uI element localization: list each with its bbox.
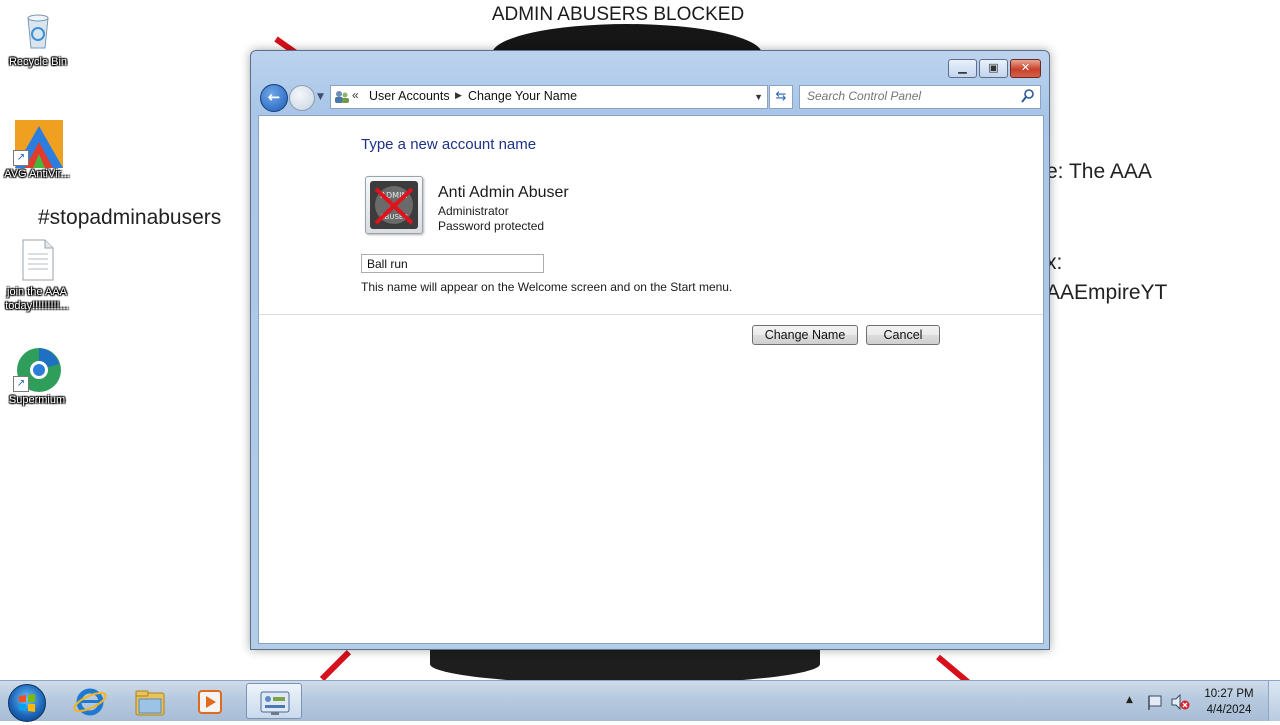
windows-explorer-icon [135,690,165,716]
refresh-button[interactable]: ⇆ [769,85,793,109]
taskbar-clock[interactable]: 10:27 PM 4/4/2024 [1196,686,1262,718]
new-account-name-input[interactable] [361,254,544,273]
control-panel-icon [260,691,290,715]
taskbar: ▲ 10:27 PM 4/4/2024 [0,680,1280,722]
action-center-flag-icon[interactable] [1146,693,1164,711]
control-panel-window: ▁ ▣ ✕ ← ▼ « User Accounts ▶ Change Your … [250,50,1050,650]
desktop-icon-recycle-bin[interactable]: Recycle Bin [2,8,74,69]
wallpaper-logo-bottom [430,644,820,684]
close-icon: ✕ [1020,61,1031,74]
taskbar-media-player[interactable] [182,683,238,719]
content-pane: Type a new account name ADMIN ABUSER Ant… [258,115,1044,644]
user-accounts-icon [335,91,349,103]
back-arrow-icon: ← [267,88,281,106]
volume-muted-icon[interactable] [1170,693,1190,711]
taskbar-internet-explorer[interactable] [62,683,118,719]
window-caption-buttons: ▁ ▣ ✕ [946,59,1041,78]
change-name-button[interactable]: Change Name [752,325,858,345]
account-type: Administrator [438,204,509,218]
internet-explorer-icon [73,688,107,716]
divider [259,314,1043,315]
avg-antivirus-icon: ↗ [13,120,63,168]
breadcrumb-user-accounts[interactable]: User Accounts [369,89,450,103]
address-bar[interactable]: « User Accounts ▶ Change Your Name ▼ [330,85,768,109]
restore-icon: ▣ [988,61,999,74]
page-title: Type a new account name [361,136,537,153]
forward-button[interactable] [289,85,315,111]
wallpaper-banner: ADMIN ABUSERS BLOCKED [491,4,745,25]
breadcrumb-separator-icon[interactable]: ▶ [455,90,462,101]
wallpaper-hashtag: #stopadminabusers [38,206,222,229]
show-hidden-icons-button[interactable]: ▲ [1126,695,1133,705]
wallpaper-text-line: e: The AAA [1046,160,1152,183]
address-dropdown-icon[interactable]: ▼ [754,92,763,102]
minimize-button[interactable]: ▁ [948,59,977,78]
desktop-icon-label: Supermium [8,394,66,406]
recycle-bin-icon [16,8,60,52]
wallpaper-red-stroke [319,650,351,682]
maximize-button[interactable]: ▣ [979,59,1008,78]
cancel-button[interactable]: Cancel [866,325,940,345]
recent-pages-dropdown[interactable]: ▼ [317,92,324,102]
start-button[interactable] [8,684,46,722]
admin-abuser-avatar-icon: ADMIN ABUSER [370,181,418,229]
desktop-icon-label: AVG AntiVir... [4,168,70,180]
back-button[interactable]: ← [260,84,288,112]
search-input[interactable] [800,86,1017,106]
breadcrumb-overflow[interactable]: « [352,88,359,102]
desktop-icon-text-file[interactable]: join the AAA today!!!!!!!!!... [1,238,73,313]
supermium-browser-icon: ↗ [13,346,61,392]
taskbar-control-panel[interactable] [246,683,302,719]
desktop-icon-avg[interactable]: ↗ AVG AntiVir... [1,120,73,181]
wallpaper-text-line: AAEmpireYT [1046,281,1168,304]
account-protection-status: Password protected [438,219,545,233]
shortcut-arrow-icon: ↗ [13,150,29,166]
name-hint-text: This name will appear on the Welcome scr… [361,280,733,294]
desktop-icon-label: join the AAA today!!!!!!!!!... [5,286,69,312]
show-desktop-button[interactable] [1268,681,1280,721]
desktop-icon-supermium[interactable]: ↗ Supermium [1,346,73,407]
clock-time: 10:27 PM [1204,688,1254,700]
text-document-icon [15,238,59,282]
search-box[interactable] [799,85,1041,109]
account-picture: ADMIN ABUSER [365,176,423,234]
account-name: Anti Admin Abuser [438,184,569,201]
windows-logo-icon [19,694,35,712]
desktop-icon-label: Recycle Bin [8,56,68,68]
media-player-icon [198,690,222,714]
shortcut-arrow-icon: ↗ [13,376,29,392]
clock-date: 4/4/2024 [1206,704,1252,716]
search-icon [1021,89,1034,103]
taskbar-windows-explorer[interactable] [122,683,178,719]
breadcrumb-change-your-name[interactable]: Change Your Name [468,89,577,103]
refresh-icon: ⇆ [775,89,787,104]
close-button[interactable]: ✕ [1010,59,1041,78]
minimize-icon: ▁ [958,61,967,74]
